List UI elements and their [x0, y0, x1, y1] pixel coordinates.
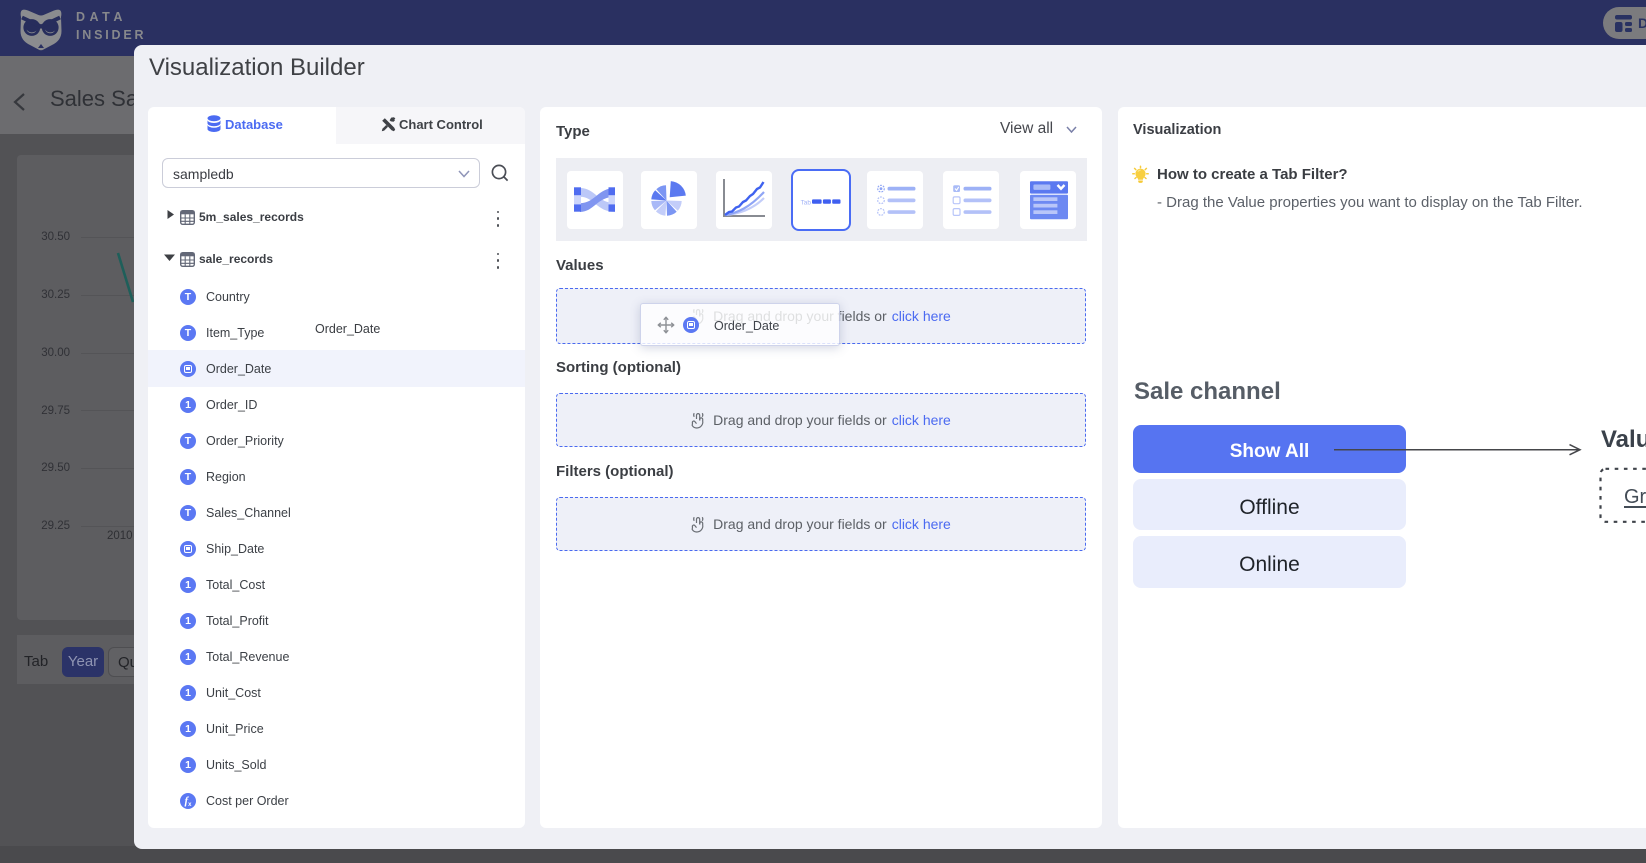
svg-text:Tab: Tab	[801, 199, 812, 206]
